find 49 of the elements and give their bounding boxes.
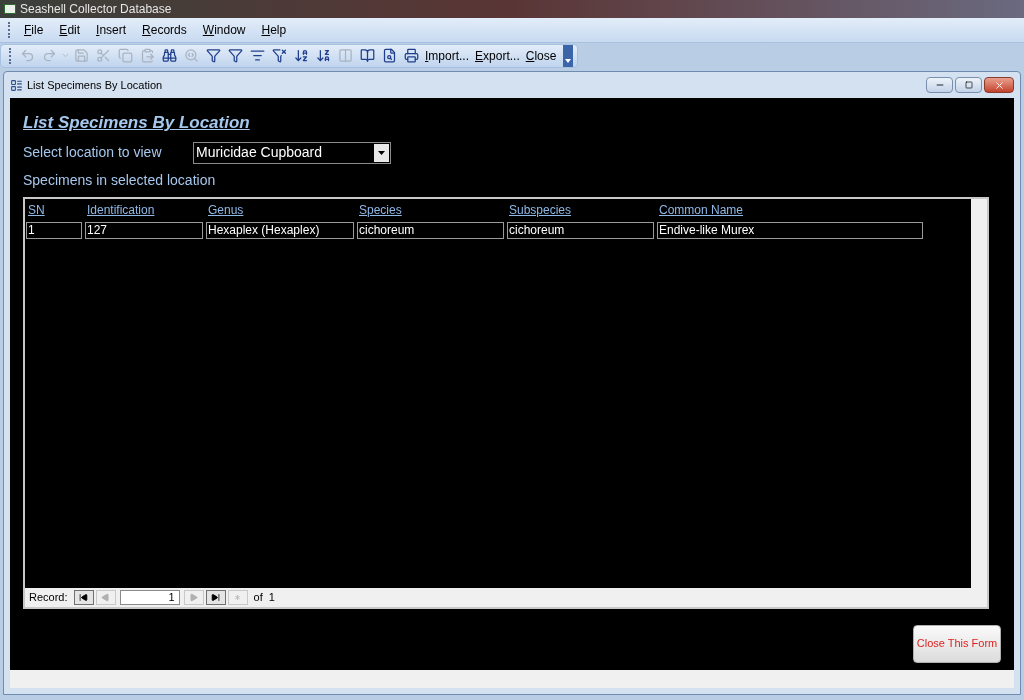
first-record-icon — [79, 592, 89, 602]
menu-item[interactable]: Window — [197, 21, 251, 39]
last-record-button[interactable] — [205, 589, 226, 605]
new-record-icon — [233, 592, 243, 602]
column-header: Species — [358, 201, 403, 219]
restore-icon — [964, 81, 973, 89]
location-dropdown[interactable]: Muricidae Cupboard — [193, 141, 391, 164]
first-record-button[interactable] — [73, 589, 94, 605]
menu-item[interactable]: Edit — [54, 21, 86, 39]
toolbar-command[interactable]: Close — [522, 46, 560, 65]
close-button[interactable] — [984, 77, 1014, 93]
previous-record-icon — [101, 592, 111, 602]
close-form-button[interactable]: Close This Form — [913, 624, 1001, 663]
app-icon — [4, 4, 16, 14]
table-cell[interactable]: Hexaplex (Hexaplex) — [206, 221, 354, 239]
next-record-icon — [189, 592, 199, 602]
table-cell[interactable]: cichoreum — [507, 221, 654, 239]
form-heading: List Specimens By Location — [23, 112, 251, 134]
form-window-title: List Specimens By Location — [27, 77, 163, 93]
navigator-of-label: of — [253, 589, 263, 605]
grip-icon — [9, 47, 12, 64]
restore-button[interactable] — [955, 77, 982, 93]
grip-icon — [8, 22, 11, 38]
column-header: Subspecies — [508, 201, 573, 219]
table-cell[interactable]: Endive-like Murex — [657, 221, 923, 239]
location-label: Select location to view — [23, 143, 163, 162]
record-number-field[interactable]: 1 — [119, 589, 180, 605]
toolbar-command[interactable]: Export... — [472, 46, 523, 65]
list-label: Specimens in selected location — [23, 170, 217, 190]
toolbar-command[interactable]: Import... — [422, 46, 473, 65]
record-total: 1 — [268, 589, 275, 605]
column-header: Genus — [207, 201, 245, 219]
toolbar-options-icon[interactable] — [563, 44, 574, 67]
table-cell[interactable]: cichoreum — [357, 221, 504, 239]
minimize-button[interactable] — [926, 77, 953, 93]
column-header: SN — [27, 201, 46, 219]
menu-item[interactable]: Records — [137, 21, 192, 39]
menu-item[interactable]: File — [19, 21, 49, 39]
navigator-label: Record: — [29, 589, 68, 605]
column-header: Identification — [86, 201, 156, 219]
last-record-icon — [211, 592, 221, 602]
menu-item[interactable]: Help — [256, 21, 292, 39]
table-cell[interactable]: 1 — [26, 221, 82, 239]
table-cell[interactable]: 127 — [85, 221, 203, 239]
close-icon — [993, 79, 1005, 91]
form-icon — [10, 78, 23, 92]
column-header: Common Name — [658, 201, 745, 219]
app-title: Seashell Collector Database — [20, 1, 172, 18]
menu-item[interactable]: Insert — [91, 21, 132, 39]
